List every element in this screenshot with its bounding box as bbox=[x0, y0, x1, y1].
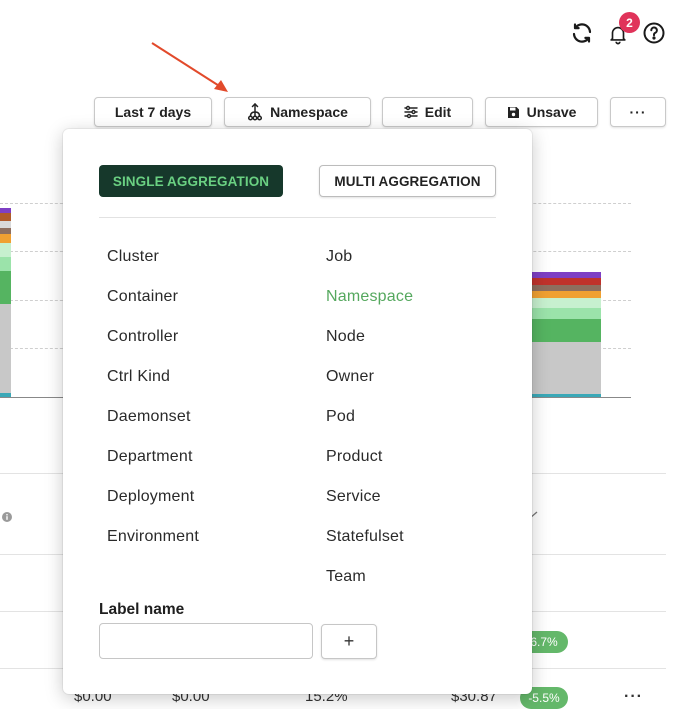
option-node[interactable]: Node bbox=[326, 328, 365, 346]
popup-divider bbox=[99, 217, 496, 218]
edit-button[interactable]: Edit bbox=[382, 97, 473, 127]
unsave-button[interactable]: Unsave bbox=[485, 97, 598, 127]
row-more-icon[interactable]: ··· bbox=[624, 688, 643, 706]
label-name-title: Label name bbox=[99, 601, 185, 618]
info-icon[interactable] bbox=[2, 509, 12, 527]
option-department[interactable]: Department bbox=[107, 448, 193, 466]
unsave-label: Unsave bbox=[526, 104, 577, 120]
notification-badge: 2 bbox=[619, 12, 640, 33]
help-icon[interactable] bbox=[641, 20, 667, 46]
edit-label: Edit bbox=[424, 104, 452, 120]
option-daemonset[interactable]: Daemonset bbox=[107, 408, 191, 426]
option-ctrl-kind[interactable]: Ctrl Kind bbox=[107, 368, 170, 386]
option-cluster[interactable]: Cluster bbox=[107, 248, 159, 266]
option-container[interactable]: Container bbox=[107, 288, 178, 306]
option-team[interactable]: Team bbox=[326, 568, 366, 586]
annotation-arrow-icon bbox=[151, 42, 228, 92]
option-service[interactable]: Service bbox=[326, 488, 381, 506]
option-controller[interactable]: Controller bbox=[107, 328, 178, 346]
multi-aggregation-button[interactable]: MULTI AGGREGATION bbox=[319, 165, 496, 197]
add-label-button[interactable]: + bbox=[321, 624, 377, 659]
option-environment[interactable]: Environment bbox=[107, 528, 199, 546]
label-name-input[interactable] bbox=[99, 623, 313, 659]
aggregation-popup: SINGLE AGGREGATION MULTI AGGREGATION Clu… bbox=[63, 129, 532, 694]
aggregate-label: Namespace bbox=[270, 104, 348, 120]
aggregate-button[interactable]: Namespace bbox=[224, 97, 371, 127]
sliders-icon bbox=[404, 105, 418, 119]
date-range-label: Last 7 days bbox=[114, 104, 192, 120]
single-aggregation-button[interactable]: SINGLE AGGREGATION bbox=[99, 165, 283, 197]
option-product[interactable]: Product bbox=[326, 448, 383, 466]
aggregate-icon bbox=[247, 103, 263, 121]
option-job[interactable]: Job bbox=[326, 248, 352, 266]
more-icon: ··· bbox=[629, 104, 647, 120]
option-statefulset[interactable]: Statefulset bbox=[326, 528, 404, 546]
save-icon bbox=[507, 106, 520, 119]
option-owner[interactable]: Owner bbox=[326, 368, 374, 386]
option-deployment[interactable]: Deployment bbox=[107, 488, 194, 506]
option-pod[interactable]: Pod bbox=[326, 408, 355, 426]
date-range-button[interactable]: Last 7 days bbox=[94, 97, 212, 127]
option-namespace[interactable]: Namespace bbox=[326, 288, 413, 306]
refresh-icon[interactable] bbox=[569, 20, 595, 46]
more-options-button[interactable]: ··· bbox=[610, 97, 666, 127]
